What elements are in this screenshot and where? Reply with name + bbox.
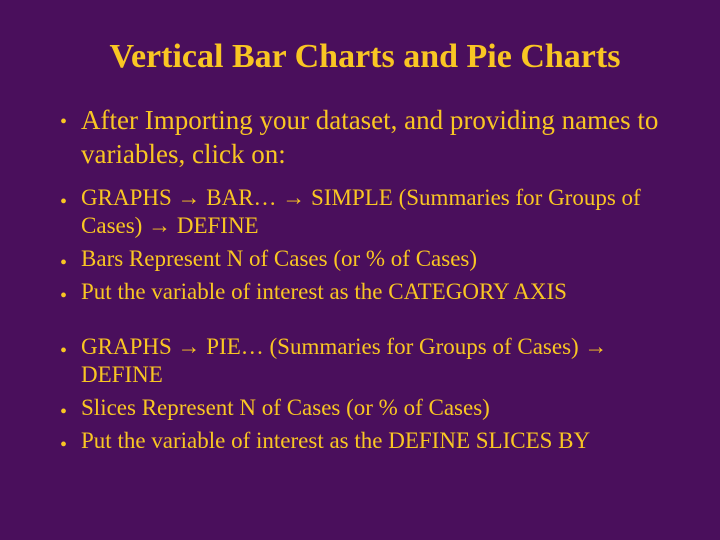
bullet-icon: • — [60, 284, 67, 308]
bullet-icon: • — [60, 433, 67, 457]
list-item: • Put the variable of interest as the DE… — [60, 427, 670, 456]
bullet-icon: • — [60, 251, 67, 275]
list-item: • After Importing your dataset, and prov… — [60, 104, 670, 172]
list-item-text: After Importing your dataset, and provid… — [81, 104, 670, 172]
bullet-icon: • — [60, 400, 67, 424]
group2-list: • GRAPHS → PIE… (Summaries for Groups of… — [60, 333, 670, 456]
slide-title: Vertical Bar Charts and Pie Charts — [60, 38, 670, 76]
list-item-text: Slices Represent N of Cases (or % of Cas… — [81, 394, 490, 423]
list-item: • Bars Represent N of Cases (or % of Cas… — [60, 245, 670, 274]
list-item: • Slices Represent N of Cases (or % of C… — [60, 394, 670, 423]
list-item: • GRAPHS → PIE… (Summaries for Groups of… — [60, 333, 670, 391]
bullet-icon: • — [60, 190, 67, 214]
bullet-icon: • — [60, 339, 67, 363]
bullet-icon: • — [60, 110, 67, 134]
intro-list: • After Importing your dataset, and prov… — [60, 104, 670, 172]
list-item-text: Bars Represent N of Cases (or % of Cases… — [81, 245, 477, 274]
list-item-text: Put the variable of interest as the DEFI… — [81, 427, 590, 456]
list-item-text: Put the variable of interest as the CATE… — [81, 278, 567, 307]
list-item-text: GRAPHS → PIE… (Summaries for Groups of C… — [81, 333, 670, 391]
group1-list: • GRAPHS → BAR… → SIMPLE (Summaries for … — [60, 184, 670, 307]
list-item-text: GRAPHS → BAR… → SIMPLE (Summaries for Gr… — [81, 184, 670, 242]
list-item: • Put the variable of interest as the CA… — [60, 278, 670, 307]
list-item: • GRAPHS → BAR… → SIMPLE (Summaries for … — [60, 184, 670, 242]
